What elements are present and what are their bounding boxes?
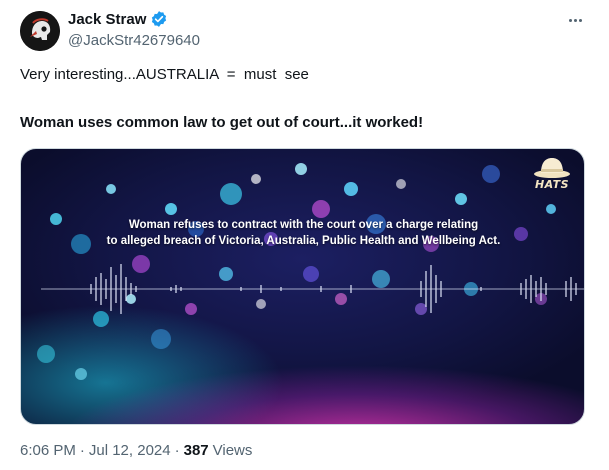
views-label: Views (212, 442, 253, 459)
hat-icon (534, 158, 570, 178)
author-handle[interactable]: @JackStr42679640 (68, 32, 200, 49)
tweet-metadata: 6:06 PM · Jul 12, 2024 · 387 Views (20, 442, 252, 459)
video-thumbnail[interactable]: HATS Woman refuses to contract with the … (20, 148, 585, 425)
avatar[interactable] (20, 11, 60, 51)
verified-badge-icon (152, 11, 167, 27)
meta-separator: · (174, 442, 180, 459)
author-display-name[interactable]: Jack Straw (68, 11, 146, 28)
tweet: Jack Straw @JackStr42679640 Very interes… (0, 0, 609, 470)
video-caption-line2: to alleged breach of Victoria, Australia… (106, 235, 501, 247)
tweet-text-line2: Woman uses common law to get out of cour… (20, 114, 424, 131)
more-horizontal-icon[interactable] (565, 12, 585, 28)
tweet-date[interactable]: Jul 12, 2024 (89, 442, 171, 459)
video-caption-line1: Woman refuses to contract with the court… (128, 219, 479, 231)
meta-separator: · (79, 442, 85, 459)
bokeh-waveform-background (37, 163, 584, 380)
tweet-time[interactable]: 6:06 PM (20, 442, 76, 459)
hats-watermark: HATS (530, 155, 574, 191)
author-name-row: Jack Straw (68, 10, 168, 28)
video-caption: Woman refuses to contract with the court… (21, 217, 584, 249)
skull-logo-icon (20, 11, 60, 51)
hats-label: HATS (534, 178, 570, 191)
tweet-text-line1: Very interesting...AUSTRALIA = must see (20, 66, 309, 83)
views-count: 387 (183, 442, 209, 459)
